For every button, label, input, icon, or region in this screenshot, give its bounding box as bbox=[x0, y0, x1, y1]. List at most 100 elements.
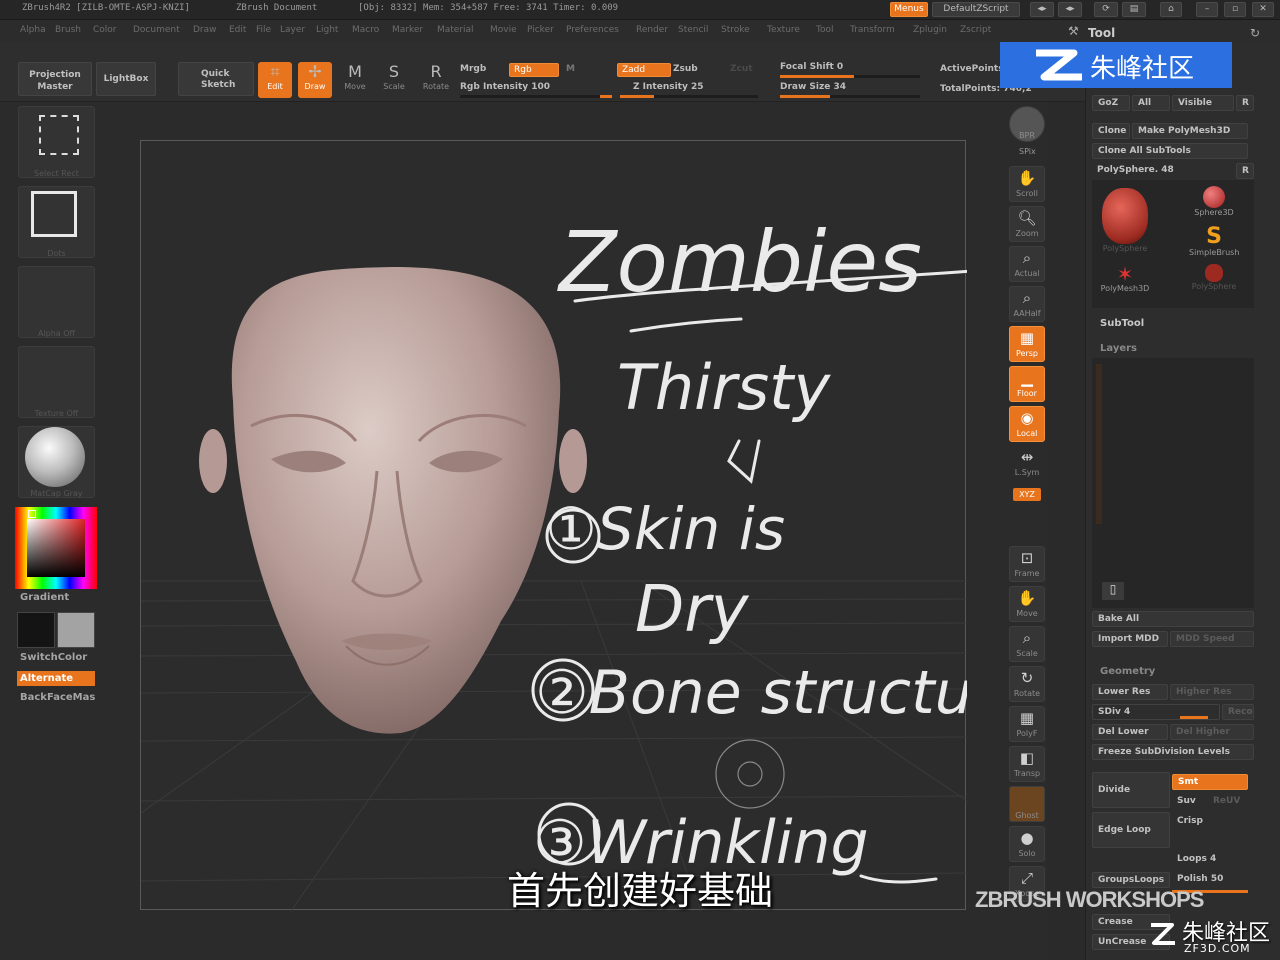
bake-all-button[interactable]: Bake All bbox=[1092, 611, 1254, 627]
menu-color[interactable]: Color bbox=[93, 25, 117, 35]
menu-preferences[interactable]: Preferences bbox=[566, 25, 619, 35]
new-layer-icon[interactable]: ▯ bbox=[1102, 582, 1124, 600]
close-icon[interactable]: ✕ bbox=[1252, 2, 1274, 17]
menu-alpha[interactable]: Alpha bbox=[20, 25, 46, 35]
backfacemask-toggle[interactable]: BackFaceMas bbox=[20, 692, 95, 703]
menu-layer[interactable]: Layer bbox=[280, 25, 305, 35]
lsym-button[interactable]: ⇹ L.Sym bbox=[1009, 446, 1045, 482]
r-button[interactable]: R bbox=[1236, 95, 1254, 111]
default-zscript-button[interactable]: DefaultZScript bbox=[932, 2, 1020, 17]
alternate-toggle[interactable]: Alternate bbox=[17, 671, 95, 686]
texture-thumb[interactable]: Texture Off bbox=[18, 346, 95, 418]
polyf-button[interactable]: ▦ PolyF bbox=[1009, 706, 1045, 742]
m-toggle[interactable]: M bbox=[566, 64, 575, 74]
menu-picker[interactable]: Picker bbox=[527, 25, 554, 35]
menu-render[interactable]: Render bbox=[636, 25, 668, 35]
del-lower-button[interactable]: Del Lower bbox=[1092, 724, 1168, 740]
lock-icon[interactable]: ⌂ bbox=[1160, 2, 1182, 17]
simplebrush-thumb[interactable]: S SimpleBrush bbox=[1189, 226, 1239, 266]
bpr-button[interactable]: BPR bbox=[1009, 106, 1045, 142]
projection-master-button[interactable]: Projection Master bbox=[18, 62, 92, 96]
suv-toggle[interactable]: Suv bbox=[1172, 794, 1206, 810]
visible-button[interactable]: Visible bbox=[1172, 95, 1234, 111]
alpha-thumb[interactable]: Alpha Off bbox=[18, 266, 95, 338]
rotate-view-icon[interactable]: ⟳ bbox=[1094, 2, 1118, 17]
menu-brush[interactable]: Brush bbox=[55, 25, 81, 35]
rotate-mode-button[interactable]: R Rotate bbox=[419, 62, 453, 98]
menu-macro[interactable]: Macro bbox=[352, 25, 379, 35]
del-higher-button[interactable]: Del Higher bbox=[1170, 724, 1254, 740]
scroll-left-icon[interactable]: ◂▸ bbox=[1030, 2, 1054, 17]
color-picker[interactable] bbox=[15, 507, 97, 589]
material-thumb[interactable]: MatCap Gray bbox=[18, 426, 95, 498]
local-button[interactable]: ◉ Local bbox=[1009, 406, 1045, 442]
import-mdd-button[interactable]: Import MDD bbox=[1092, 631, 1168, 647]
solo-button[interactable]: ● Solo bbox=[1009, 826, 1045, 862]
menu-movie[interactable]: Movie bbox=[490, 25, 517, 35]
menu-stroke[interactable]: Stroke bbox=[721, 25, 750, 35]
polysphere-small-thumb[interactable]: PolySphere bbox=[1189, 264, 1239, 304]
xyz-toggle[interactable]: XYZ bbox=[1013, 488, 1041, 501]
lower-res-button[interactable]: Lower Res bbox=[1092, 684, 1168, 700]
persp-button[interactable]: ▦ Persp bbox=[1009, 326, 1045, 362]
menu-tool[interactable]: Tool bbox=[816, 25, 833, 35]
polysphere-thumb[interactable]: PolySphere bbox=[1100, 182, 1150, 253]
edge-loop-button[interactable]: Edge Loop bbox=[1092, 812, 1170, 848]
zoom-button[interactable]: 🔍︎ Zoom bbox=[1009, 206, 1045, 242]
secondary-color-swatch[interactable] bbox=[17, 612, 55, 648]
refresh-icon[interactable]: ↻ bbox=[1250, 26, 1260, 40]
menu-light[interactable]: Light bbox=[316, 25, 338, 35]
quick-sketch-button[interactable]: Quick Sketch bbox=[178, 62, 254, 96]
crisp-toggle[interactable]: Crisp bbox=[1172, 814, 1248, 830]
select-rect-brush-thumb[interactable]: Select Rect bbox=[18, 106, 95, 178]
clone-all-subtools-button[interactable]: Clone All SubTools bbox=[1092, 143, 1248, 159]
actual-button[interactable]: ⌕ Actual bbox=[1009, 246, 1045, 282]
menu-edit[interactable]: Edit bbox=[229, 25, 246, 35]
geometry-header[interactable]: Geometry bbox=[1100, 666, 1155, 677]
freeze-subdivision-button[interactable]: Freeze SubDivision Levels bbox=[1092, 744, 1254, 760]
scale-view-button[interactable]: ⌕ Scale bbox=[1009, 626, 1045, 662]
menu-transform[interactable]: Transform bbox=[850, 25, 895, 35]
layers-header[interactable]: Layers bbox=[1100, 343, 1137, 354]
menu-texture[interactable]: Texture bbox=[767, 25, 800, 35]
transp-button[interactable]: ◧ Transp bbox=[1009, 746, 1045, 782]
main-color-swatch[interactable] bbox=[57, 612, 95, 648]
zsub-toggle[interactable]: Zsub bbox=[673, 64, 698, 74]
tool-r-button[interactable]: R bbox=[1236, 163, 1254, 179]
rgb-toggle[interactable]: Rgb bbox=[509, 63, 559, 77]
draw-mode-button[interactable]: ✢ Draw bbox=[298, 62, 332, 98]
menu-file[interactable]: File bbox=[256, 25, 271, 35]
menu-document[interactable]: Document bbox=[133, 25, 180, 35]
menu-zplugin[interactable]: Zplugin bbox=[913, 25, 947, 35]
menus-button[interactable]: Menus bbox=[890, 2, 928, 17]
mdd-speed-slider[interactable]: MDD Speed bbox=[1170, 631, 1254, 647]
lightbox-button[interactable]: LightBox bbox=[96, 62, 156, 96]
frame-button[interactable]: ⊡ Frame bbox=[1009, 546, 1045, 582]
smt-toggle[interactable]: Smt bbox=[1172, 774, 1248, 790]
aahalf-button[interactable]: ⌕ AAHalf bbox=[1009, 286, 1045, 322]
rgb-intensity-slider[interactable] bbox=[460, 95, 612, 98]
layers-list[interactable]: ▯ bbox=[1092, 358, 1254, 608]
polymesh3d-thumb[interactable]: ✶ PolyMesh3D bbox=[1100, 264, 1150, 304]
clone-button[interactable]: Clone bbox=[1092, 123, 1130, 139]
tool-panel-title[interactable]: Tool bbox=[1088, 26, 1115, 40]
switchcolor-button[interactable]: SwitchColor bbox=[20, 652, 87, 663]
divide-button[interactable]: Divide bbox=[1092, 772, 1170, 808]
restore-icon[interactable]: ▫ bbox=[1224, 2, 1246, 17]
menu-marker[interactable]: Marker bbox=[392, 25, 423, 35]
document-canvas[interactable]: Zombies Thirsty ①Skin is Dry ②Bone struc… bbox=[100, 140, 1034, 912]
move-view-button[interactable]: ✋ Move bbox=[1009, 586, 1045, 622]
subtool-header[interactable]: SubTool bbox=[1100, 318, 1144, 329]
scroll-right-icon[interactable]: ◂▸ bbox=[1058, 2, 1082, 17]
layout-icon[interactable]: ▤ bbox=[1122, 2, 1146, 17]
menu-stencil[interactable]: Stencil bbox=[678, 25, 708, 35]
move-mode-button[interactable]: M Move bbox=[338, 62, 372, 98]
zadd-toggle[interactable]: Zadd bbox=[617, 63, 671, 77]
reuv-toggle[interactable]: ReUV bbox=[1208, 794, 1248, 810]
menu-zscript[interactable]: Zscript bbox=[960, 25, 991, 35]
sphere3d-thumb[interactable]: Sphere3D bbox=[1189, 186, 1239, 226]
layers-scrollbar[interactable] bbox=[1096, 364, 1102, 524]
all-button[interactable]: All bbox=[1132, 95, 1170, 111]
ghost-button[interactable]: Ghost bbox=[1009, 786, 1045, 822]
reconstruct-button[interactable]: Reconstruct bbox=[1222, 704, 1254, 720]
